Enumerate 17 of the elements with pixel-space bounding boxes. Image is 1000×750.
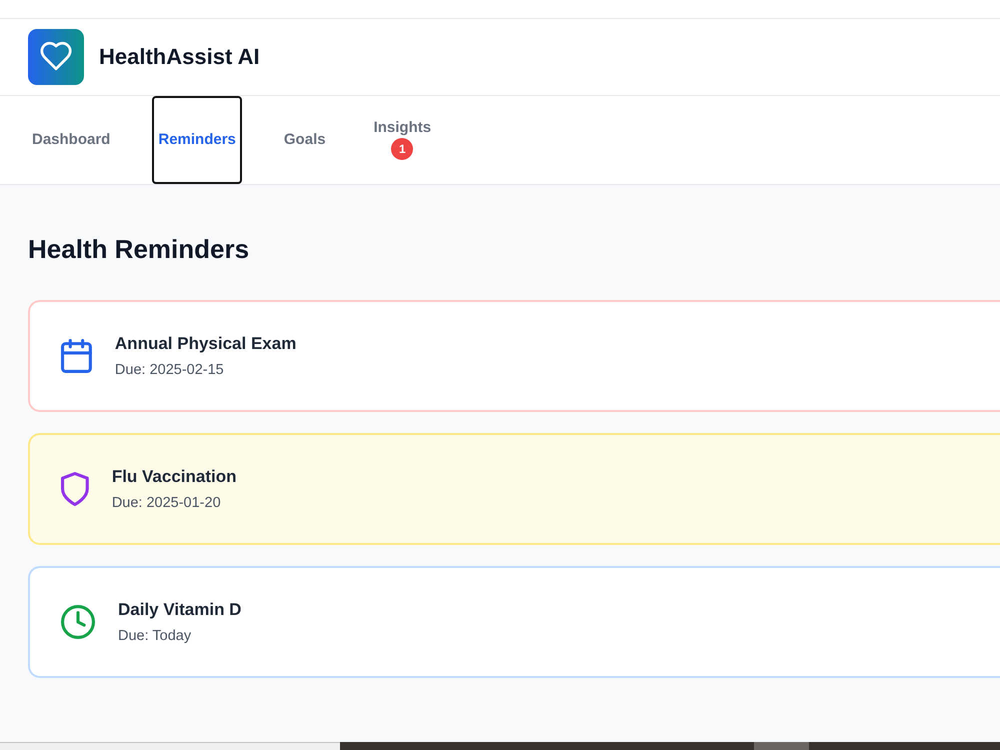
section-heading: Health Reminders [28,233,250,265]
count-badge: 1 [391,138,414,160]
due-date: Due: 2025-01-20 [112,494,222,512]
shield-icon [61,472,89,506]
nav-tab[interactable]: Reminders [152,96,242,184]
app-title: HealthAssist AI [99,44,260,70]
reminder-title: Daily Vitamin D [118,598,242,620]
nav-tab[interactable]: Goals [278,96,332,184]
due-date: Due: Today [118,626,192,646]
heart-logo-icon [28,29,84,85]
nav-tab[interactable]: Insights 1 [368,96,438,184]
reminder-title: Annual Physical Exam [114,332,296,354]
calendar-icon [61,339,92,373]
reminder-title: Flu Vaccination [112,466,237,488]
clock-icon [61,605,95,639]
nav-tab[interactable]: Dashboard [26,96,116,184]
due-date: Due: 2025-02-15 [114,360,225,380]
